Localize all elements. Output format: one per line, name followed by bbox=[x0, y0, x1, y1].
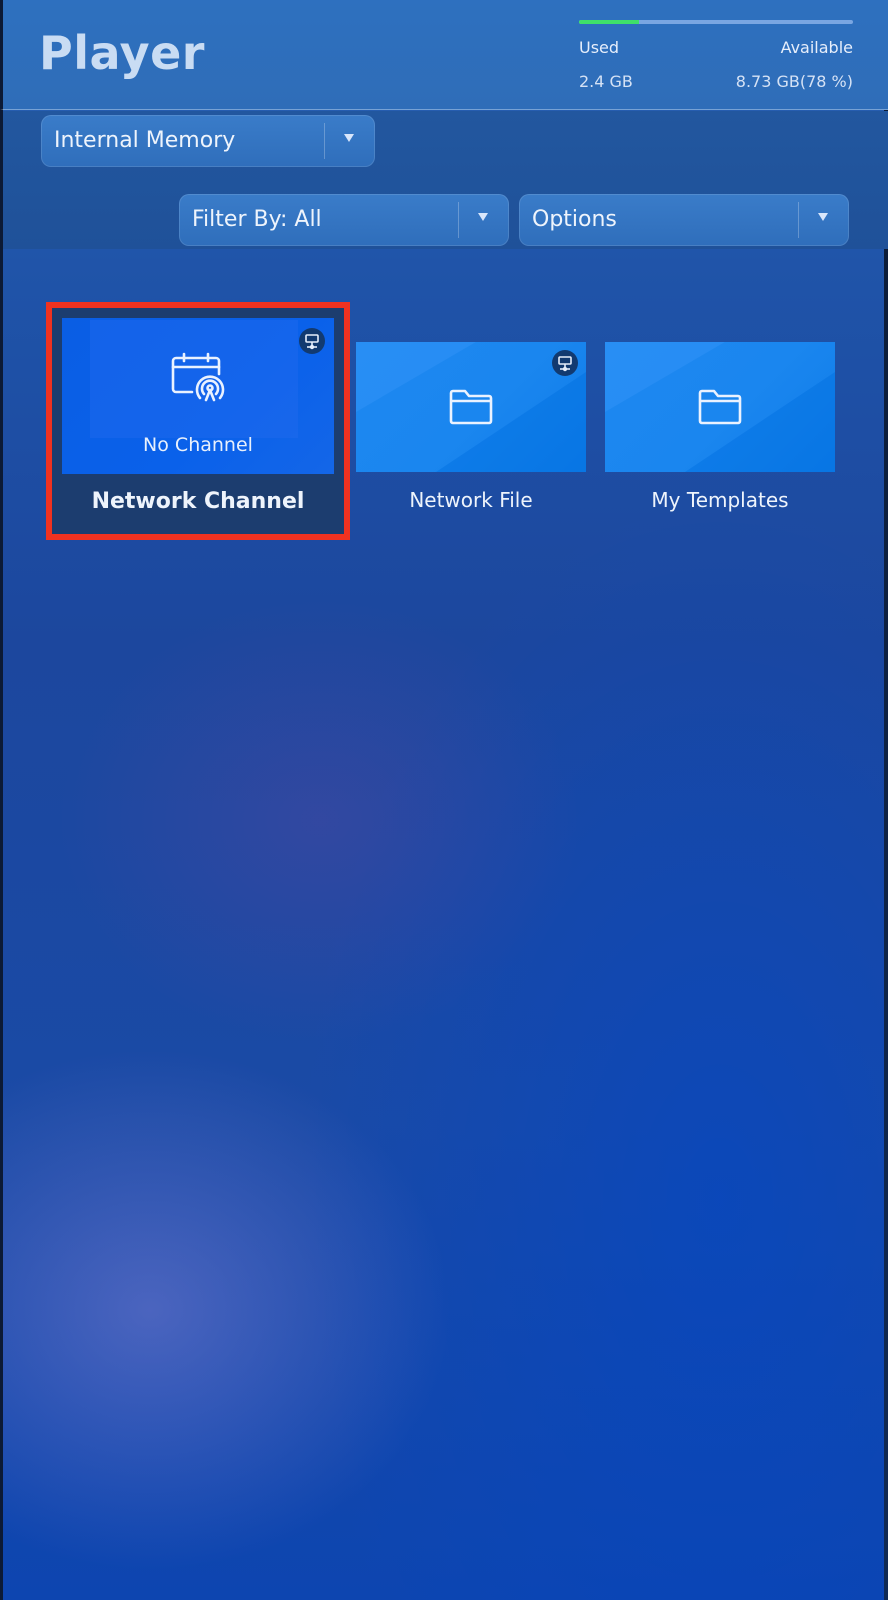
storage-usage-bar bbox=[579, 20, 853, 24]
header-bar: Player Used Available 2.4 GB 8.73 GB(78 … bbox=[0, 0, 888, 110]
filter-dropdown[interactable]: Filter By: All bbox=[179, 194, 509, 246]
storage-source-label: Internal Memory bbox=[54, 128, 236, 153]
tile-label: My Templates bbox=[651, 488, 789, 512]
tile-thumbnail: No Channel bbox=[62, 318, 334, 474]
tile-network-file[interactable]: Network File bbox=[356, 342, 586, 512]
storage-available-label: Available bbox=[780, 38, 853, 57]
options-label: Options bbox=[532, 207, 617, 232]
storage-indicator: Used Available 2.4 GB 8.73 GB(78 %) bbox=[579, 18, 853, 98]
dropdown-divider bbox=[324, 123, 325, 159]
filter-label: Filter By: All bbox=[192, 207, 322, 232]
folder-icon bbox=[698, 389, 742, 425]
tile-thumbnail bbox=[605, 342, 835, 472]
tile-thumbnail bbox=[356, 342, 586, 472]
toolbar: Internal Memory Filter By: All Options bbox=[0, 111, 888, 249]
chevron-down-icon bbox=[478, 213, 488, 221]
dropdown-divider bbox=[798, 202, 799, 238]
page-title: Player bbox=[39, 26, 205, 80]
storage-source-dropdown[interactable]: Internal Memory bbox=[41, 115, 375, 167]
storage-usage-fill bbox=[579, 20, 640, 24]
tile-subtitle: No Channel bbox=[143, 434, 253, 456]
dropdown-divider bbox=[458, 202, 459, 238]
chevron-down-icon bbox=[818, 213, 828, 221]
tile-network-channel[interactable]: No Channel Network Channel bbox=[46, 302, 350, 540]
folder-icon bbox=[449, 389, 493, 425]
storage-used-label: Used bbox=[579, 38, 620, 57]
network-icon bbox=[299, 328, 325, 354]
tile-label: Network Channel bbox=[91, 489, 305, 514]
tile-label: Network File bbox=[409, 488, 533, 512]
storage-used-value: 2.4 GB bbox=[579, 72, 633, 91]
storage-available-value: 8.73 GB(78 %) bbox=[735, 72, 853, 91]
calendar-broadcast-icon bbox=[171, 352, 225, 402]
options-dropdown[interactable]: Options bbox=[519, 194, 849, 246]
chevron-down-icon bbox=[344, 134, 354, 142]
tile-my-templates[interactable]: My Templates bbox=[605, 342, 835, 512]
network-icon bbox=[552, 350, 578, 376]
